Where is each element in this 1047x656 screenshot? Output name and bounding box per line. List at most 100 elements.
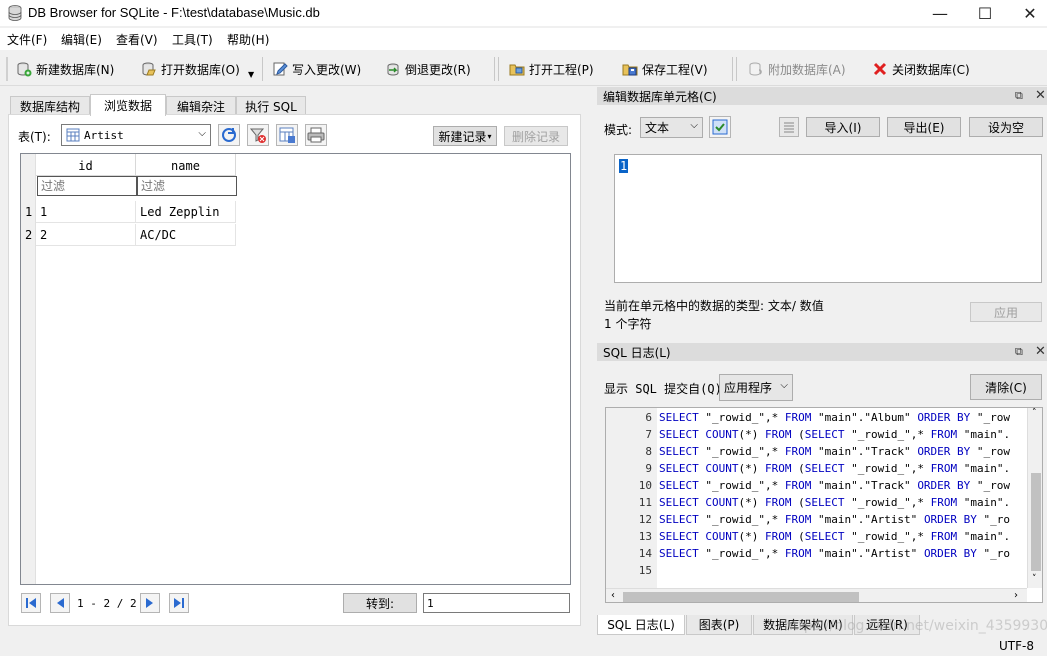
tab-plot[interactable]: 图表(P) bbox=[686, 615, 752, 635]
open-database-icon bbox=[141, 61, 157, 77]
mode-select[interactable]: 文本 ⌵ bbox=[640, 117, 703, 138]
revert-changes-button[interactable]: 倒退更改(R) bbox=[385, 58, 471, 80]
save-project-label: 保存工程(V) bbox=[642, 62, 708, 77]
write-changes-label: 写入更改(W) bbox=[292, 62, 362, 77]
new-record-button[interactable]: 新建记录 ▾ bbox=[433, 126, 497, 146]
table-row[interactable]: 2 2 AC/DC bbox=[21, 224, 237, 246]
horizontal-scroll-thumb[interactable] bbox=[623, 592, 859, 602]
cell-editor[interactable]: 1 bbox=[614, 154, 1042, 283]
last-page-icon bbox=[174, 598, 184, 608]
status-bar: https://blog.csdn.net/weixin_43599303 UT… bbox=[0, 618, 1047, 656]
tab-sql-log[interactable]: SQL 日志(L) bbox=[597, 615, 685, 635]
scroll-down-icon[interactable]: ˅ bbox=[1032, 574, 1037, 584]
cell-id[interactable]: 2 bbox=[36, 224, 136, 246]
submitted-by-value: 应用程序 bbox=[724, 381, 773, 395]
filter-input-name[interactable] bbox=[137, 176, 237, 196]
open-database-button[interactable]: 打开数据库(O) bbox=[141, 58, 240, 80]
cell-id[interactable]: 1 bbox=[36, 201, 136, 223]
attach-database-button[interactable]: 附加数据库(A) bbox=[748, 58, 846, 80]
table-row[interactable]: 1 1 Led Zepplin bbox=[21, 201, 237, 223]
goto-input[interactable] bbox=[423, 593, 570, 613]
filter-input-id[interactable] bbox=[37, 176, 137, 196]
set-null-button[interactable]: 设为空 bbox=[969, 117, 1043, 137]
open-project-button[interactable]: 打开工程(P) bbox=[509, 58, 594, 80]
clear-filters-icon bbox=[249, 128, 266, 143]
close-dock-icon[interactable]: ✕ bbox=[1035, 88, 1046, 103]
column-header-label: name bbox=[171, 159, 200, 173]
maximize-button[interactable]: ☐ bbox=[962, 0, 1008, 26]
scroll-up-icon[interactable]: ˄ bbox=[1032, 408, 1037, 418]
save-project-button[interactable]: 保存工程(V) bbox=[622, 58, 708, 80]
sql-log-editor[interactable]: 6 SELECT "_rowid_",* FROM "main"."Album" … bbox=[605, 407, 1043, 603]
tab-browse-data[interactable]: 浏览数据 bbox=[90, 94, 166, 116]
menu-file[interactable]: 文件(F) bbox=[7, 31, 47, 48]
next-page-button[interactable] bbox=[140, 593, 160, 613]
close-dock-icon[interactable]: ✕ bbox=[1035, 344, 1046, 359]
toolbar-separator bbox=[732, 57, 733, 81]
close-button[interactable]: ✕ bbox=[1007, 0, 1047, 26]
vertical-scrollbar[interactable]: ˄ ˅ bbox=[1027, 408, 1042, 588]
menu-edit[interactable]: 编辑(E) bbox=[61, 31, 102, 48]
refresh-button[interactable] bbox=[218, 124, 240, 146]
mode-label: 模式: bbox=[604, 123, 633, 137]
menu-tools[interactable]: 工具(T) bbox=[172, 31, 213, 48]
cell-size-info: 1 个字符 bbox=[604, 317, 652, 331]
save-project-icon bbox=[622, 61, 638, 77]
clear-log-button[interactable]: 清除(C) bbox=[970, 374, 1042, 400]
close-database-button[interactable]: 关闭数据库(C) bbox=[872, 58, 970, 80]
column-header-name[interactable]: name bbox=[136, 154, 236, 176]
scroll-left-icon[interactable]: ‹ bbox=[611, 590, 615, 601]
log-line: 7 SELECT COUNT(*) FROM (SELECT "_rowid_",… bbox=[606, 428, 1042, 445]
first-page-icon bbox=[26, 598, 36, 608]
toolbar-separator bbox=[494, 57, 495, 81]
open-database-dropdown-icon[interactable]: ▼ bbox=[248, 70, 254, 79]
horizontal-scrollbar[interactable]: ‹ › bbox=[606, 588, 1027, 602]
tab-edit-pragmas[interactable]: 编辑杂注 bbox=[166, 96, 236, 116]
float-dock-icon[interactable]: ⧉ bbox=[1015, 89, 1023, 103]
clear-filters-button[interactable] bbox=[247, 124, 269, 146]
attach-database-icon bbox=[748, 61, 764, 77]
write-changes-icon bbox=[272, 61, 288, 77]
new-database-button[interactable]: 新建数据库(N) bbox=[16, 58, 114, 80]
log-line: 8 SELECT "_rowid_",* FROM "main"."Track" … bbox=[606, 445, 1042, 462]
data-grid: id name 1 1 Led Zepplin 2 2 AC/DC bbox=[20, 153, 571, 585]
tab-execute-sql[interactable]: 执行 SQL bbox=[236, 96, 306, 116]
log-code: SELECT COUNT(*) FROM (SELECT "_rowid_",*… bbox=[659, 462, 1011, 475]
word-wrap-button[interactable] bbox=[779, 117, 799, 137]
auto-switch-mode-button[interactable] bbox=[709, 116, 731, 138]
toolbar-grip bbox=[6, 57, 8, 81]
line-number: 7 bbox=[645, 428, 652, 441]
app-icon bbox=[8, 5, 22, 21]
refresh-icon bbox=[222, 128, 236, 142]
apply-button[interactable]: 应用 bbox=[970, 302, 1042, 322]
tab-database-structure[interactable]: 数据库结构 bbox=[10, 96, 90, 116]
previous-page-button[interactable] bbox=[50, 593, 70, 613]
browse-data-panel: 表(T): Artist ⌵ 新建记录▾ 删除记录 id name 1 bbox=[8, 114, 581, 626]
log-code: SELECT COUNT(*) FROM (SELECT "_rowid_",*… bbox=[659, 530, 1011, 543]
print-button[interactable] bbox=[305, 124, 327, 146]
vertical-scroll-thumb[interactable] bbox=[1031, 473, 1041, 571]
import-button[interactable]: 导入(I) bbox=[806, 117, 880, 137]
chevron-down-icon: ⌵ bbox=[198, 128, 206, 139]
menu-help[interactable]: 帮助(H) bbox=[227, 31, 269, 48]
cell-name[interactable]: Led Zepplin bbox=[136, 201, 236, 223]
last-page-button[interactable] bbox=[169, 593, 189, 613]
chevron-down-icon: ⌵ bbox=[780, 380, 788, 391]
cell-name[interactable]: AC/DC bbox=[136, 224, 236, 246]
minimize-button[interactable]: — bbox=[917, 0, 963, 26]
save-table-button[interactable] bbox=[276, 124, 298, 146]
pagination-status: 1 - 2 / 2 bbox=[77, 597, 137, 610]
delete-record-button[interactable]: 删除记录 bbox=[504, 126, 568, 146]
export-button[interactable]: 导出(E) bbox=[887, 117, 961, 137]
line-number: 13 bbox=[638, 530, 652, 543]
log-line: 14 SELECT "_rowid_",* FROM "main"."Artist… bbox=[606, 547, 1042, 564]
menu-view[interactable]: 查看(V) bbox=[116, 31, 158, 48]
scroll-right-icon[interactable]: › bbox=[1014, 590, 1018, 601]
goto-button[interactable]: 转到: bbox=[343, 593, 417, 613]
write-changes-button[interactable]: 写入更改(W) bbox=[272, 58, 361, 80]
column-header-id[interactable]: id bbox=[36, 154, 136, 176]
first-page-button[interactable] bbox=[21, 593, 41, 613]
table-select[interactable]: Artist ⌵ bbox=[61, 124, 211, 146]
submitted-by-select[interactable]: 应用程序 ⌵ bbox=[719, 374, 793, 401]
float-dock-icon[interactable]: ⧉ bbox=[1015, 345, 1023, 359]
